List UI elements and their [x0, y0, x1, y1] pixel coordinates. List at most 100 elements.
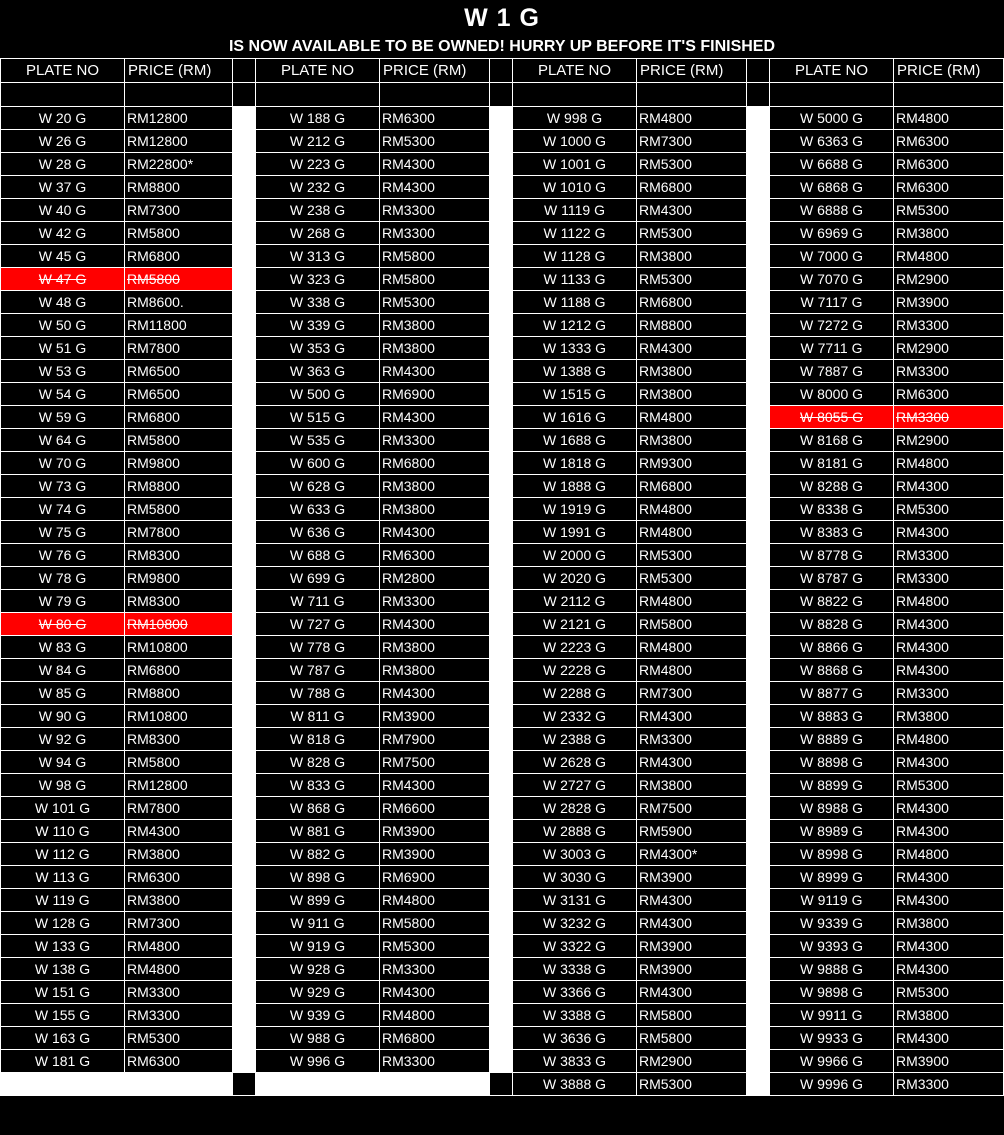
column-separator — [489, 773, 513, 797]
plate-no-header: PLATE NO — [512, 58, 637, 83]
empty-cell — [379, 1072, 490, 1096]
table-row: W 28 G RM22800* W 223 G RM4300 W 1001 G RM530… — [0, 152, 1004, 176]
plate-cell: W 8338 G — [769, 497, 894, 521]
price-cell: RM8300 — [124, 543, 233, 567]
plate-cell: W 1515 G — [512, 382, 637, 406]
price-cell: RM4300 — [893, 635, 1004, 659]
plate-cell: W 339 G — [255, 313, 380, 337]
plate-cell: W 628 G — [255, 474, 380, 498]
plate-cell: W 2000 G — [512, 543, 637, 567]
column-separator — [489, 451, 513, 475]
price-cell: RM6500 — [124, 359, 233, 383]
price-cell: RM5800 — [379, 244, 490, 268]
column-separator — [489, 82, 513, 107]
plate-cell: W 232 G — [255, 175, 380, 199]
price-cell: RM6500 — [124, 382, 233, 406]
spacer-cell — [769, 82, 894, 107]
plate-cell: W 90 G — [0, 704, 125, 728]
plate-cell: W 881 G — [255, 819, 380, 843]
table-row: W 64 G RM5800 W 535 G RM3300 W 1688 G RM3800 W… — [0, 428, 1004, 452]
plate-cell: W 79 G — [0, 589, 125, 613]
price-cell: RM5300 — [893, 773, 1004, 797]
price-cell: RM4800 — [893, 842, 1004, 866]
price-cell: RM3300 — [893, 1072, 1004, 1096]
column-separator — [489, 474, 513, 498]
price-cell: RM3300 — [893, 313, 1004, 337]
price-cell: RM4300 — [379, 980, 490, 1004]
price-cell: RM6300 — [893, 152, 1004, 176]
column-separator — [489, 934, 513, 958]
price-cell: RM4300 — [379, 773, 490, 797]
price-cell: RM3900 — [636, 865, 747, 889]
price-cell: RM3300 — [893, 359, 1004, 383]
price-cell: RM8300 — [124, 589, 233, 613]
plate-cell: W 1616 G — [512, 405, 637, 429]
price-cell: RM3800 — [893, 1003, 1004, 1027]
plate-cell: W 1000 G — [512, 129, 637, 153]
price-cell: RM5800 — [636, 612, 747, 636]
price-cell: RM3800 — [893, 221, 1004, 245]
price-cell: RM3800 — [636, 428, 747, 452]
plate-cell: W 8988 G — [769, 796, 894, 820]
price-cell: RM4800 — [893, 244, 1004, 268]
plate-cell: W 9888 G — [769, 957, 894, 981]
price-cell: RM12800 — [124, 106, 233, 130]
price-cell: RM7800 — [124, 336, 233, 360]
column-separator — [746, 474, 770, 498]
table-row: W 20 G RM12800 W 188 G RM6300 W 998 G RM4800 W… — [0, 106, 1004, 130]
plate-cell: W 50 G — [0, 313, 125, 337]
column-separator — [746, 566, 770, 590]
price-cell: RM4300 — [893, 796, 1004, 820]
column-separator — [746, 175, 770, 199]
price-cell: RM3800 — [379, 635, 490, 659]
plate-cell: W 1388 G — [512, 359, 637, 383]
table-row: W 76 G RM8300 W 688 G RM6300 W 2000 G RM5300 W… — [0, 543, 1004, 567]
column-separator — [232, 681, 256, 705]
plate-cell: W 2628 G — [512, 750, 637, 774]
price-cell: RM4300 — [636, 911, 747, 935]
column-separator — [232, 58, 256, 83]
column-separator — [232, 497, 256, 521]
column-separator — [746, 1049, 770, 1073]
table-row: W 3888 G RM5300 W 9996 G RM3300 — [0, 1072, 1004, 1096]
price-cell: RM4800 — [893, 727, 1004, 751]
plate-cell: W 6363 G — [769, 129, 894, 153]
plate-no-header: PLATE NO — [255, 58, 380, 83]
plate-cell: W 64 G — [0, 428, 125, 452]
column-separator — [746, 773, 770, 797]
plate-cell: W 133 G — [0, 934, 125, 958]
price-cell: RM6800 — [636, 474, 747, 498]
spacer-cell — [0, 82, 125, 107]
plate-cell: W 778 G — [255, 635, 380, 659]
table-row: W 74 G RM5800 W 633 G RM3800 W 1919 G RM4800 W… — [0, 497, 1004, 521]
plate-cell: W 818 G — [255, 727, 380, 751]
table-row: W 70 G RM9800 W 600 G RM6800 W 1818 G RM9300 W… — [0, 451, 1004, 475]
plate-cell: W 37 G — [0, 175, 125, 199]
price-cell: RM4800 — [124, 934, 233, 958]
table-row: W 40 G RM7300 W 238 G RM3300 W 1119 G RM4300 W… — [0, 198, 1004, 222]
plate-cell: W 85 G — [0, 681, 125, 705]
plate-cell: W 8877 G — [769, 681, 894, 705]
price-cell: RM5300 — [636, 152, 747, 176]
column-separator — [746, 451, 770, 475]
column-separator — [232, 129, 256, 153]
plate-cell: W 3833 G — [512, 1049, 637, 1073]
plate-cell: W 8999 G — [769, 865, 894, 889]
price-cell: RM3300 — [636, 727, 747, 751]
price-cell: RM3300 — [379, 1049, 490, 1073]
table-row: W 83 G RM10800 W 778 G RM3800 W 2223 G RM4800… — [0, 635, 1004, 659]
price-cell: RM3900 — [379, 842, 490, 866]
column-separator — [746, 704, 770, 728]
column-separator — [489, 58, 513, 83]
plate-cell: W 898 G — [255, 865, 380, 889]
plate-cell: W 636 G — [255, 520, 380, 544]
plate-cell: W 600 G — [255, 451, 380, 475]
price-cell: RM4300 — [893, 888, 1004, 912]
plate-cell: W 882 G — [255, 842, 380, 866]
plate-cell: W 8778 G — [769, 543, 894, 567]
column-separator — [232, 336, 256, 360]
column-separator — [489, 428, 513, 452]
price-cell: RM4300 — [893, 474, 1004, 498]
column-separator — [489, 267, 513, 291]
price-cell: RM3800 — [893, 704, 1004, 728]
